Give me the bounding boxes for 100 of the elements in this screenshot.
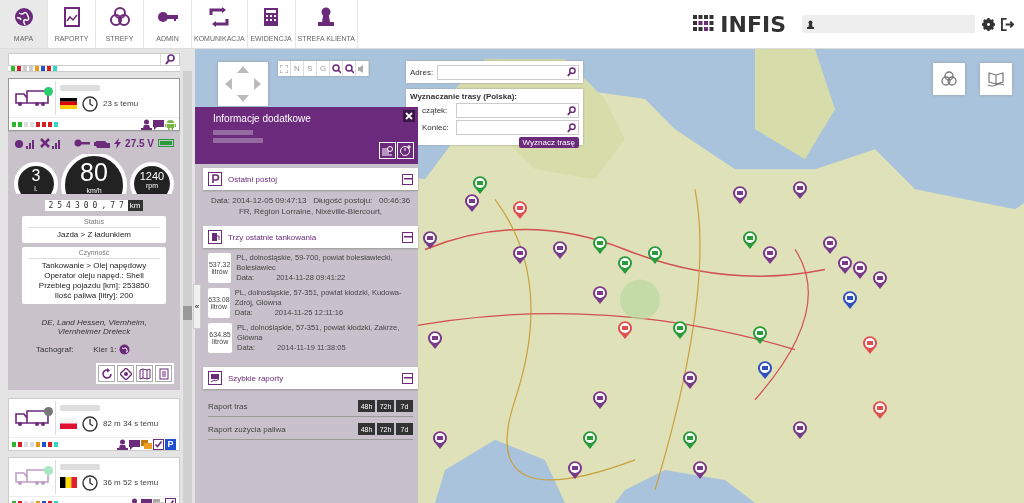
parking-badge[interactable]: P	[165, 438, 176, 450]
clock-icon	[82, 474, 98, 491]
start-field[interactable]	[456, 103, 579, 118]
map-marker[interactable]	[872, 271, 888, 289]
vehicle-card[interactable]: 82 m 34 s temu P	[8, 398, 180, 451]
map-marker[interactable]	[592, 391, 608, 409]
map-marker[interactable]	[567, 461, 583, 479]
section-title: Ostatni postój	[228, 174, 277, 184]
flag-icon	[60, 477, 77, 488]
circles-icon	[940, 70, 958, 88]
user-field[interactable]	[802, 15, 975, 33]
close-button[interactable]	[403, 110, 415, 122]
person-icon	[806, 19, 815, 29]
route-title: Wyznaczanie trasy (Polska):	[410, 92, 518, 101]
circles-icon	[108, 6, 131, 28]
collapse-button[interactable]: «	[193, 284, 201, 329]
map-marker[interactable]	[872, 401, 888, 419]
map-marker[interactable]	[742, 231, 758, 249]
map-marker[interactable]	[422, 231, 438, 249]
center-button[interactable]	[117, 365, 134, 382]
address-field[interactable]	[437, 64, 579, 80]
address-label: Adres:	[410, 67, 434, 77]
section-title: Trzy ostatnie tankowania	[228, 232, 317, 242]
end-field[interactable]	[456, 120, 579, 135]
layers-button[interactable]	[933, 63, 965, 95]
report-name: Raport tras	[208, 401, 248, 411]
map-marker[interactable]	[682, 431, 698, 449]
driver-label: Kier 1:	[93, 345, 117, 354]
zoom-in-button[interactable]	[330, 61, 343, 76]
map-marker[interactable]	[617, 256, 633, 274]
person-icon[interactable]	[117, 438, 128, 450]
map-marker[interactable]	[852, 261, 868, 279]
search-icon[interactable]	[567, 67, 576, 77]
alert-button[interactable]	[397, 142, 414, 159]
map-marker[interactable]	[512, 201, 528, 219]
last-update-time: 36 m 52 s temu	[103, 478, 159, 487]
stop-address: FR, Région Lorraine, Nixéville-Blercourt,	[237, 206, 384, 217]
last-update-time: 82 m 34 s temu	[103, 419, 159, 428]
odometer: 254300,77	[47, 200, 128, 211]
search-icon[interactable]	[567, 122, 576, 133]
map-marker[interactable]	[512, 246, 528, 264]
route-button[interactable]: Wyznacz trasę	[518, 137, 579, 148]
odometer-unit: km	[127, 200, 143, 211]
map-marker[interactable]	[842, 291, 858, 309]
map-book-icon	[987, 70, 1005, 88]
report-name: Raport zużycia paliwa	[208, 424, 286, 434]
key-icon	[74, 139, 91, 147]
chat-icon[interactable]	[129, 438, 140, 450]
checkbox-icon[interactable]	[153, 438, 164, 450]
map-marker[interactable]	[792, 421, 808, 439]
map-marker[interactable]	[862, 336, 878, 354]
section-title: Szybkie raporty	[228, 373, 284, 383]
collapse-button[interactable]	[402, 231, 413, 243]
truck-icon	[15, 409, 49, 427]
search-field[interactable]	[8, 53, 180, 66]
search-icon[interactable]	[567, 105, 576, 116]
zoom-out-button[interactable]	[343, 61, 356, 76]
map-marker[interactable]	[822, 236, 838, 254]
fuel-pump-icon	[208, 230, 222, 244]
collapse-button[interactable]	[402, 173, 413, 185]
map-marker[interactable]	[592, 236, 608, 254]
refresh-button[interactable]	[98, 365, 115, 382]
map-marker[interactable]	[762, 246, 778, 264]
map-marker[interactable]	[592, 286, 608, 304]
scrollbar[interactable]	[183, 71, 192, 503]
voltage-reading: 27.5 V	[125, 137, 154, 149]
map-marker[interactable]	[427, 331, 443, 349]
panel-title: Informacje dodatkowe	[213, 113, 312, 124]
map-marker[interactable]	[682, 371, 698, 389]
map-marker[interactable]	[692, 461, 708, 479]
logout-icon[interactable]	[1001, 17, 1014, 31]
globe-icon	[119, 344, 131, 355]
vehicle-card[interactable]: 23 s temu	[8, 78, 180, 131]
map-marker[interactable]	[672, 321, 688, 339]
vehicle-card[interactable]: 36 m 52 s temu	[8, 457, 180, 503]
minus-icon	[403, 377, 412, 379]
sync-arrows-icon	[208, 6, 231, 28]
stop-details: Data: 2014-12-05 09:47:13 Długość postoju: 00:46:36	[209, 195, 412, 206]
map-marker[interactable]	[472, 176, 488, 194]
map-marker[interactable]	[837, 256, 853, 274]
map-marker[interactable]	[582, 431, 598, 449]
chat-icon[interactable]	[153, 118, 164, 130]
map-marker[interactable]	[752, 326, 768, 344]
minus-icon	[403, 236, 412, 238]
map-marker[interactable]	[617, 321, 633, 339]
map-marker[interactable]	[757, 361, 773, 379]
map-marker[interactable]	[432, 431, 448, 449]
signal-icon	[14, 137, 36, 149]
map-marker[interactable]	[552, 241, 568, 259]
person-icon[interactable]	[141, 118, 152, 130]
tachograph-label: Tachograf:	[36, 345, 74, 354]
list-button[interactable]	[379, 142, 396, 159]
settings-icon[interactable]	[982, 17, 995, 31]
map-marker[interactable]	[792, 181, 808, 199]
map-marker[interactable]	[732, 186, 748, 204]
map-marker[interactable]	[647, 246, 663, 264]
map-button[interactable]	[136, 365, 153, 382]
map-legend-button[interactable]	[980, 63, 1012, 95]
collapse-button[interactable]	[402, 372, 413, 384]
map-marker[interactable]	[464, 194, 480, 212]
